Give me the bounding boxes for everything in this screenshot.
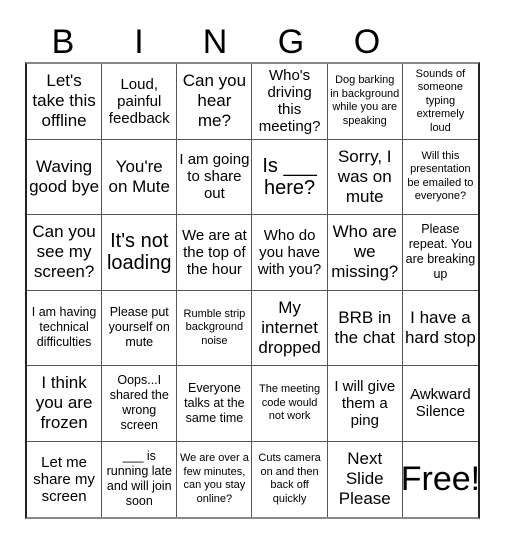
header-letter-n: N (202, 23, 228, 61)
bingo-cell[interactable]: Let me share my screen (27, 441, 103, 517)
bingo-cell-text: Who do you have with you? (257, 226, 322, 278)
bingo-cell-text: Loud, painful feedback (108, 75, 170, 127)
bingo-cell-text: Waving good bye (29, 156, 100, 196)
bingo-cell[interactable]: ___ is running late and will join soon (102, 441, 178, 517)
bingo-cell-text: We are over a few minutes, can you stay … (179, 452, 249, 505)
bingo-cell-text: Oops...I shared the wrong screen (109, 373, 169, 433)
bingo-cell[interactable]: The meeting code would not work (252, 366, 328, 442)
bingo-cell-text: I have a hard stop (404, 307, 476, 347)
bingo-cell-text: Sorry, I was on mute (337, 146, 392, 206)
bingo-cell-text: I am going to share out (179, 151, 250, 203)
bingo-cell[interactable]: BRB in the chat (327, 290, 403, 366)
bingo-cell-text: Can you see my screen? (32, 222, 96, 282)
bingo-cell[interactable]: Awkward Silence (402, 366, 478, 442)
bingo-cell-text: ___ is running late and will join soon (106, 449, 172, 509)
bingo-cell-text: Who are we missing? (331, 222, 399, 282)
bingo-cell-text: Dog barking in background while you are … (330, 74, 400, 127)
bingo-cell-text: Next Slide Please (338, 449, 391, 509)
bingo-cell[interactable]: It's not loading (102, 215, 178, 291)
bingo-cell-text: Please put yourself on mute (108, 305, 170, 350)
bingo-cell[interactable]: Sounds of someone typing extremely loud (402, 64, 478, 140)
bingo-cell[interactable]: Sorry, I was on mute (327, 139, 403, 215)
bingo-cell[interactable]: We are at the top of the hour (177, 215, 253, 291)
bingo-cell-text: Please repeat. You are breaking up (405, 222, 476, 282)
bingo-cell-text: I will give them a ping (334, 377, 396, 429)
bingo-cell-text: I think you are frozen (35, 373, 93, 433)
bingo-cell[interactable]: Everyone talks at the same time (177, 366, 253, 442)
bingo-cell-text: My internet dropped (258, 297, 321, 357)
bingo-cell[interactable]: Let's take this offline (27, 64, 103, 140)
free-space-cell[interactable]: Free! (403, 442, 478, 518)
bingo-cell-text: You're on Mute (108, 156, 170, 196)
bingo-cell-text: Sounds of someone typing extremely loud (415, 67, 466, 134)
bingo-cell[interactable]: I will give them a ping (327, 366, 403, 442)
bingo-cell[interactable]: Loud, painful feedback (102, 64, 178, 140)
bingo-cell[interactable]: I think you are frozen (27, 366, 103, 442)
bingo-cell-text: Is ___ here? (262, 154, 317, 199)
bingo-cell-text: Rumble strip background noise (183, 307, 246, 347)
bingo-cell-text: We are at the top of the hour (182, 226, 247, 278)
bingo-cell-text: BRB in the chat (334, 307, 395, 347)
bingo-cell[interactable]: Dog barking in background while you are … (327, 64, 403, 140)
bingo-cell-text: It's not loading (106, 230, 172, 275)
bingo-cell-text: Will this presentation be emailed to eve… (407, 149, 474, 203)
bingo-cell-text: Can you hear me? (182, 71, 247, 131)
bingo-cell[interactable]: Can you see my screen? (27, 215, 103, 291)
bingo-cell[interactable]: Can you hear me? (177, 64, 253, 140)
bingo-cell[interactable]: Next Slide Please (328, 441, 403, 517)
bingo-cell[interactable]: Who's driving this meeting? (252, 64, 328, 140)
bingo-cell[interactable]: You're on Mute (102, 139, 178, 215)
bingo-cell[interactable]: Rumble strip background noise (177, 290, 253, 366)
bingo-cell-text: The meeting code would not work (258, 383, 321, 422)
header-letter-b: B (51, 23, 75, 61)
bingo-cell-text: Let's take this offline (32, 71, 96, 131)
header-letter-o: O (353, 23, 381, 61)
bingo-cell[interactable]: Waving good bye (27, 139, 103, 215)
bingo-cell-text: I am having technical difficulties (31, 305, 97, 350)
bingo-header: B I N G O (25, 22, 480, 62)
bingo-cell-text: Let me share my screen (33, 453, 95, 505)
bingo-cell-text: Free! (402, 460, 478, 499)
bingo-cell[interactable]: I am going to share out (177, 139, 253, 215)
bingo-cell-text: Cuts camera on and then back off quickly (258, 452, 321, 505)
bingo-cell[interactable]: I have a hard stop (402, 291, 478, 366)
bingo-cell[interactable]: Oops...I shared the wrong screen (102, 366, 178, 442)
bingo-card-grid: Let's take this offline Loud, painful fee… (25, 62, 480, 519)
bingo-cell[interactable]: Please repeat. You are breaking up (402, 215, 478, 291)
bingo-cell[interactable]: I am having technical difficulties (27, 290, 103, 366)
bingo-cell[interactable]: Who do you have with you? (252, 215, 328, 291)
bingo-cell-text: Everyone talks at the same time (184, 380, 245, 425)
bingo-cell[interactable]: My internet dropped (252, 290, 328, 366)
bingo-cell[interactable]: We are over a few minutes, can you stay … (177, 441, 253, 517)
bingo-cell[interactable]: Will this presentation be emailed to eve… (402, 140, 478, 215)
bingo-cell[interactable]: Cuts camera on and then back off quickly (252, 441, 328, 517)
header-letter-i: I (134, 23, 144, 61)
bingo-cell-text: Awkward Silence (410, 386, 471, 421)
bingo-cell[interactable]: Who are we missing? (327, 215, 403, 291)
header-letter-g: G (277, 23, 305, 61)
bingo-cell[interactable]: Is ___ here? (252, 139, 328, 215)
bingo-cell-text: Who's driving this meeting? (258, 67, 321, 136)
bingo-cell[interactable]: Please put yourself on mute (102, 290, 178, 366)
